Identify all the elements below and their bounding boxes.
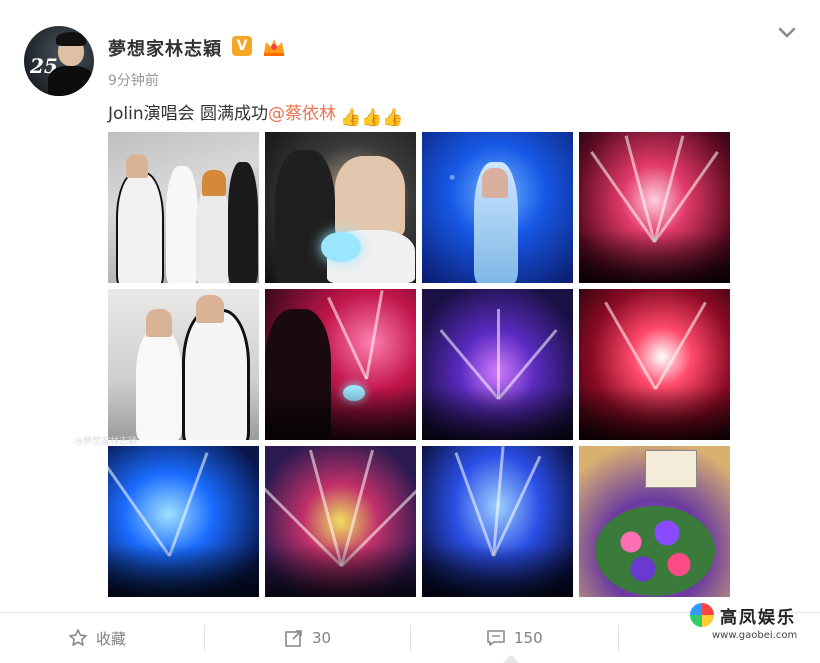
site-watermark-logo: 高凤娱乐 [690, 600, 812, 630]
weibo-post-card: 25 夢想家林志穎 V 9分钟前 Jolin演唱会 圆满成功@蔡依林 👍👍👍 @… [0, 0, 820, 663]
photo-watermark: @夢想家林志穎 [74, 437, 138, 447]
post-timestamp[interactable]: 9分钟前 [108, 70, 159, 90]
post-text-main: Jolin演唱会 圆满成功 [108, 104, 269, 124]
favorite-label: 收藏 [96, 629, 127, 648]
repost-count: 30 [312, 629, 332, 647]
chevron-down-icon[interactable] [776, 24, 798, 42]
photo-7[interactable] [422, 289, 573, 440]
action-separator [410, 625, 411, 651]
photo-grid [108, 132, 730, 597]
user-avatar[interactable]: 25 [24, 26, 94, 96]
repost-icon [285, 630, 302, 647]
verified-v-icon[interactable]: V [232, 36, 252, 56]
username-link[interactable]: 夢想家林志穎 [108, 35, 222, 61]
favorite-button[interactable]: 收藏 [68, 613, 126, 663]
action-separator [618, 625, 619, 651]
action-separator [204, 625, 205, 651]
brand-url: www.gaobei.com [712, 630, 798, 641]
photo-10[interactable] [265, 446, 416, 597]
thumbs-up-emoji: 👍👍👍 [340, 108, 404, 128]
mention-link[interactable]: @蔡依林 [268, 104, 336, 124]
brand-logo-icon [690, 603, 714, 627]
star-icon [69, 629, 87, 646]
brand-name: 高凤娱乐 [720, 607, 796, 628]
comment-count: 150 [514, 629, 543, 647]
photo-3[interactable] [422, 132, 573, 283]
photo-6[interactable] [265, 289, 416, 440]
photo-12[interactable] [579, 446, 730, 597]
post-text: Jolin演唱会 圆满成功@蔡依林 👍👍👍 [108, 99, 404, 128]
photo-2[interactable] [265, 132, 416, 283]
photo-11[interactable] [422, 446, 573, 597]
crown-member-icon[interactable] [262, 35, 286, 57]
repost-button[interactable]: 30 [284, 613, 331, 663]
photo-1[interactable] [108, 132, 259, 283]
photo-5[interactable] [108, 289, 259, 440]
photo-4[interactable] [579, 132, 730, 283]
photo-8[interactable] [579, 289, 730, 440]
active-tab-caret [503, 655, 519, 663]
comment-icon [487, 630, 505, 646]
photo-9[interactable] [108, 446, 259, 597]
